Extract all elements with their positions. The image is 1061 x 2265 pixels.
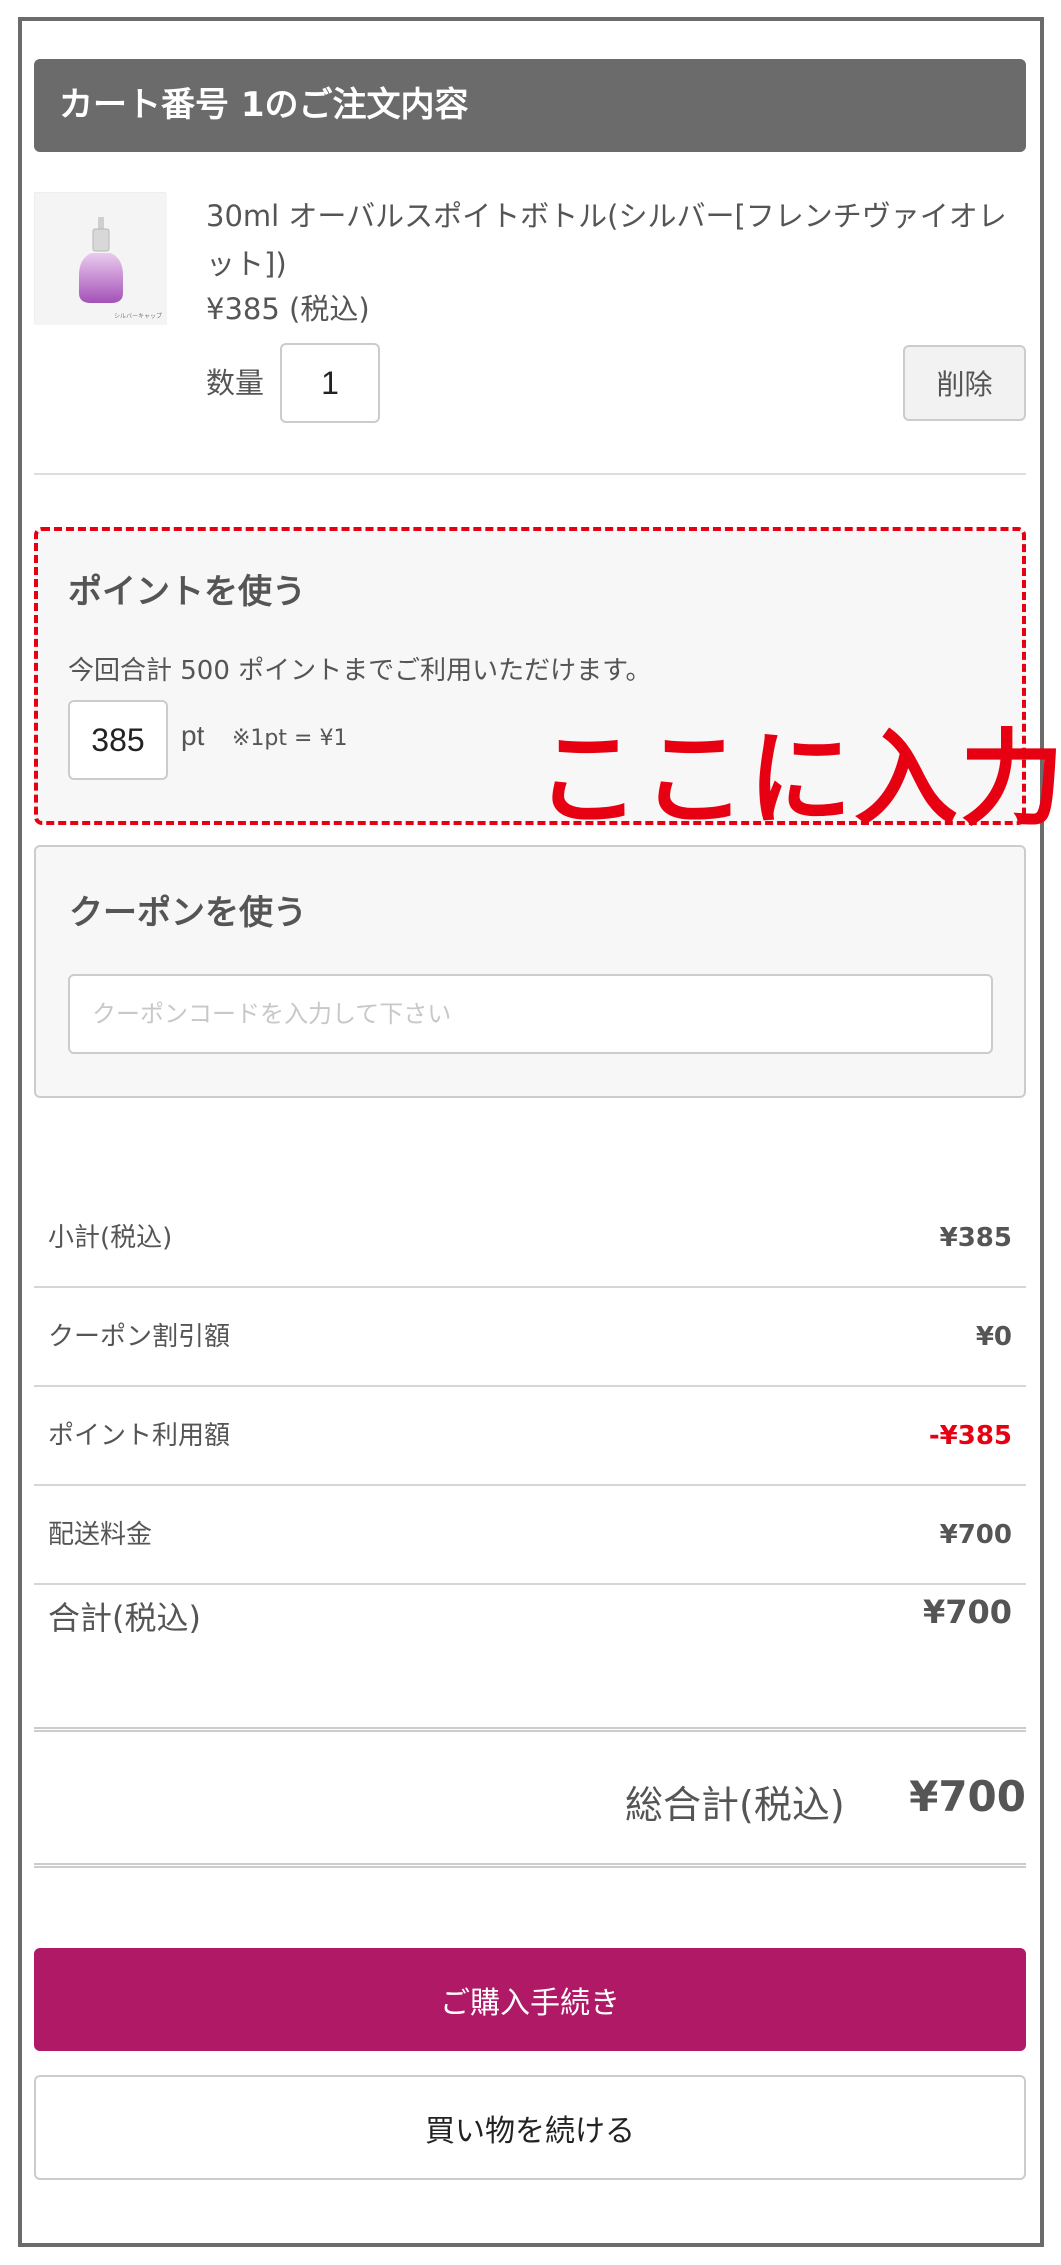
- divider: [34, 1727, 1026, 1732]
- points-title: ポイントを使う: [68, 572, 306, 612]
- divider: [34, 473, 1026, 475]
- product-name[interactable]: 30ml オーバルスポイトボトル(シルバー[フレンチヴァイオレット]): [206, 192, 1026, 288]
- summary-row-subtotal: 小計(税込) ¥385: [34, 1189, 1026, 1288]
- summary-value: ¥385: [939, 1223, 1012, 1253]
- product-price: ¥385 (税込): [206, 292, 370, 326]
- thumb-caption: シルバーキャップ: [114, 313, 162, 320]
- points-input[interactable]: [68, 700, 168, 780]
- bottle-image: シルバーキャップ: [35, 193, 167, 325]
- summary-row-coupon-discount: クーポン割引額 ¥0: [34, 1288, 1026, 1387]
- page-frame: [18, 17, 1044, 2247]
- total-label: 合計(税込): [48, 1599, 201, 1637]
- coupon-title: クーポンを使う: [69, 893, 307, 933]
- summary-label: 小計(税込): [48, 1223, 173, 1253]
- points-description: 今回合計 500 ポイントまでご利用いただけます。: [68, 656, 652, 686]
- cart-header: カート番号 1のご注文内容: [34, 59, 1026, 152]
- summary-label: ポイント利用額: [48, 1421, 231, 1451]
- summary-value: ¥0: [975, 1322, 1012, 1352]
- points-rate-note: ※1pt = ¥1: [232, 726, 348, 751]
- summary-value: -¥385: [928, 1421, 1012, 1451]
- quantity-input[interactable]: [280, 343, 380, 423]
- continue-shopping-button[interactable]: 買い物を続ける: [34, 2075, 1026, 2180]
- coupon-code-input[interactable]: [68, 974, 993, 1054]
- points-unit: pt: [181, 720, 205, 751]
- coupon-panel: [34, 845, 1026, 1098]
- delete-button[interactable]: 削除: [903, 345, 1026, 421]
- grand-total-label: 総合計(税込): [625, 1783, 845, 1827]
- total-value: ¥700: [922, 1593, 1012, 1631]
- points-annotation: ここに入力: [536, 718, 1061, 840]
- summary-value: ¥700: [939, 1520, 1012, 1550]
- grand-total-value: ¥700: [909, 1772, 1026, 1821]
- summary-label: クーポン割引額: [48, 1322, 231, 1352]
- summary-row-shipping: 配送料金 ¥700: [34, 1486, 1026, 1585]
- cart-header-title: カート番号 1のご注文内容: [59, 85, 469, 125]
- quantity-label: 数量: [206, 366, 265, 400]
- summary-label: 配送料金: [48, 1520, 153, 1550]
- summary-row-total: 合計(税込) ¥700: [34, 1583, 1026, 1663]
- checkout-button[interactable]: ご購入手続き: [34, 1948, 1026, 2051]
- summary-row-points-used: ポイント利用額 -¥385: [34, 1387, 1026, 1486]
- product-thumbnail: シルバーキャップ: [34, 192, 167, 325]
- divider: [34, 1863, 1026, 1868]
